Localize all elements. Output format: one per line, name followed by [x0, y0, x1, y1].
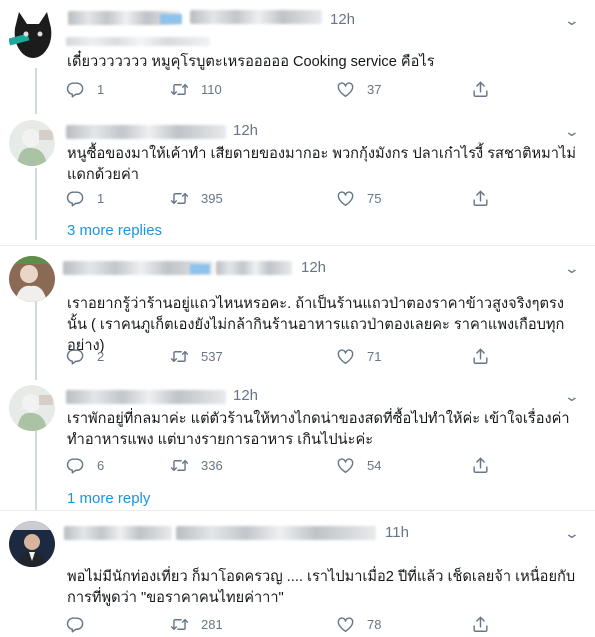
like-count: 71	[367, 349, 382, 364]
share-button[interactable]	[471, 615, 502, 634]
reply-button[interactable]: 1	[66, 80, 104, 99]
tweet-actions: 1 395 75	[66, 189, 506, 209]
like-count: 75	[367, 191, 382, 206]
retweet-button[interactable]: 336	[170, 456, 223, 475]
reply-icon	[66, 80, 85, 99]
blurred-username	[64, 526, 172, 540]
avatar[interactable]	[9, 120, 55, 166]
blurred-handle	[216, 261, 292, 275]
chevron-down-icon[interactable]: ⌄	[564, 12, 580, 29]
share-icon	[471, 456, 490, 475]
avatar[interactable]	[9, 10, 57, 62]
like-button[interactable]: 78	[336, 615, 381, 634]
show-more-replies-link[interactable]: 3 more replies	[67, 222, 162, 239]
blurred-handle	[176, 526, 376, 540]
blurred-username	[190, 264, 210, 274]
tweet-text: หนูซื้อของมาให้เค้าทำ เสียดายของมากอะ พว…	[67, 146, 576, 183]
tweet-actions: 2 537 71	[66, 347, 506, 367]
retweet-icon	[170, 615, 189, 634]
retweet-count: 281	[201, 617, 223, 632]
chevron-down-icon[interactable]: ⌄	[564, 388, 580, 405]
reply-button[interactable]: 6	[66, 456, 104, 475]
retweet-count: 110	[201, 82, 222, 97]
share-button[interactable]	[471, 456, 502, 475]
tweet-timestamp[interactable]: 12h	[301, 259, 326, 276]
tweet-actions: 1 110 37	[66, 80, 506, 100]
share-icon	[471, 189, 490, 208]
like-count: 78	[367, 617, 382, 632]
like-button[interactable]: 75	[336, 189, 381, 208]
chevron-down-icon[interactable]: ⌄	[564, 525, 580, 542]
tweet-text: เราพักอยู่ที่กลมาค่ะ แต่ตัวร้านให้ทางไกด…	[67, 411, 570, 448]
tweet[interactable]: 11h ⌄ พอไม่มีนักท่องเที่ยว ก็มาโอดครวญ .…	[0, 511, 595, 637]
like-count: 37	[367, 82, 382, 97]
reply-button[interactable]	[66, 615, 97, 634]
share-button[interactable]	[471, 80, 502, 99]
tweet-text: เดี๋ยววววววว หมูคุโรบูตะเหรอออออ Cooking…	[67, 54, 435, 70]
blurred-username	[66, 390, 226, 404]
blurred-handle	[66, 37, 210, 46]
reply-button[interactable]: 1	[66, 189, 104, 208]
share-icon	[471, 347, 490, 366]
like-icon	[336, 189, 355, 208]
reply-icon	[66, 189, 85, 208]
reply-count: 6	[97, 458, 105, 473]
retweet-icon	[170, 456, 189, 475]
retweet-icon	[170, 80, 189, 99]
like-button[interactable]: 71	[336, 347, 381, 366]
like-icon	[336, 80, 355, 99]
avatar[interactable]	[9, 385, 55, 431]
retweet-button[interactable]: 110	[170, 80, 222, 99]
tweet-timestamp[interactable]: 12h	[330, 11, 355, 28]
reply-icon	[66, 347, 85, 366]
show-more-replies-link[interactable]: 1 more reply	[67, 490, 150, 507]
blurred-handle	[190, 10, 322, 24]
reply-button[interactable]: 2	[66, 347, 104, 366]
blurred-username	[160, 14, 182, 24]
reply-count: 1	[97, 82, 105, 97]
tweet[interactable]: 12h ⌄ เดี๋ยววววววว หมูคุโรบูตะเหรอออออ C…	[0, 0, 595, 110]
like-count: 54	[367, 458, 382, 473]
like-button[interactable]: 54	[336, 456, 381, 475]
chevron-down-icon[interactable]: ⌄	[564, 260, 580, 277]
retweet-button[interactable]: 395	[170, 189, 223, 208]
reply-icon	[66, 456, 85, 475]
tweet-text: พอไม่มีนักท่องเที่ยว ก็มาโอดครวญ .... เร…	[67, 569, 576, 606]
share-icon	[471, 80, 490, 99]
like-icon	[336, 456, 355, 475]
share-button[interactable]	[471, 189, 502, 208]
chevron-down-icon[interactable]: ⌄	[564, 123, 580, 140]
tweet-timestamp[interactable]: 12h	[233, 122, 258, 139]
avatar[interactable]	[9, 521, 55, 567]
tweet[interactable]: 12h ⌄ เราพักอยู่ที่กลมาค่ะ แต่ตัวร้านให้…	[0, 379, 595, 509]
reply-icon	[66, 615, 85, 634]
tweet[interactable]: 12h ⌄ เราอยากรู้ว่าร้านอยู่แถวไหนหรอคะ. …	[0, 246, 595, 379]
like-icon	[336, 615, 355, 634]
tweet-actions: 281 78	[66, 615, 506, 635]
reply-thread: 12h ⌄ เดี๋ยววววววว หมูคุโรบูตะเหรอออออ C…	[0, 0, 595, 637]
blurred-username	[66, 125, 226, 139]
retweet-count: 395	[201, 191, 223, 206]
retweet-icon	[170, 189, 189, 208]
reply-count: 2	[97, 349, 105, 364]
retweet-count: 537	[201, 349, 223, 364]
avatar[interactable]	[9, 256, 55, 302]
reply-count: 1	[97, 191, 105, 206]
tweet-timestamp[interactable]: 12h	[233, 387, 258, 404]
retweet-count: 336	[201, 458, 223, 473]
tweet-timestamp[interactable]: 11h	[385, 524, 409, 541]
like-button[interactable]: 37	[336, 80, 381, 99]
tweet[interactable]: 12h ⌄ หนูซื้อของมาให้เค้าทำ เสียดายของมา…	[0, 110, 595, 245]
like-icon	[336, 347, 355, 366]
retweet-button[interactable]: 537	[170, 347, 223, 366]
retweet-icon	[170, 347, 189, 366]
tweet-actions: 6 336 54	[66, 456, 506, 476]
retweet-button[interactable]: 281	[170, 615, 223, 634]
share-button[interactable]	[471, 347, 502, 366]
share-icon	[471, 615, 490, 634]
